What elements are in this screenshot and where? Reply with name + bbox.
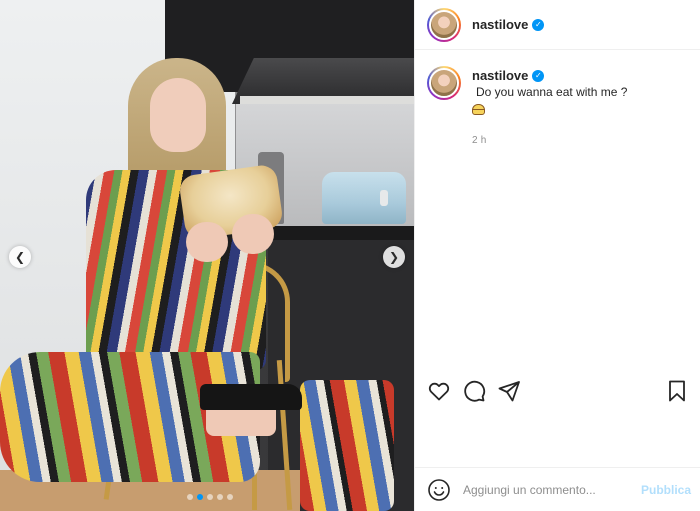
carousel-dot <box>207 494 213 500</box>
caption-avatar[interactable] <box>427 66 461 100</box>
verified-badge-icon: ✓ <box>532 69 545 82</box>
chevron-left-icon: ❮ <box>14 250 26 264</box>
carousel-dot <box>187 494 193 500</box>
comment-bubble-icon[interactable] <box>462 379 486 403</box>
post-header: nastilove ✓ <box>415 0 700 50</box>
caption: nastilove ✓ Do you wanna eat with me ? 2… <box>415 50 700 149</box>
photo-face <box>150 78 206 152</box>
post-side-panel: nastilove ✓ nastilove ✓ Do you wanna eat… <box>414 0 700 511</box>
photo-outfit-leg <box>300 380 394 511</box>
comment-input[interactable] <box>463 482 641 497</box>
verified-badge-icon: ✓ <box>532 18 545 31</box>
photo-boot <box>200 384 302 410</box>
caption-text: Do you wanna eat with me ? <box>476 85 628 99</box>
photo-hood-light <box>240 96 414 104</box>
next-image-button[interactable]: ❯ <box>383 246 405 268</box>
avatar[interactable] <box>427 7 461 42</box>
carousel-indicator <box>187 494 233 500</box>
carousel-dot <box>217 494 223 500</box>
carousel-dot <box>227 494 233 500</box>
header-username[interactable]: nastilove <box>472 17 528 32</box>
photo-toaster <box>322 172 406 224</box>
sandwich-emoji-icon <box>472 104 485 115</box>
post-image[interactable]: ❮ ❯ <box>0 0 414 511</box>
paper-plane-icon[interactable] <box>497 379 521 403</box>
bookmark-icon[interactable] <box>665 379 689 403</box>
action-bar <box>415 376 700 406</box>
photo-hand <box>232 214 274 254</box>
comment-bar: Pubblica <box>415 467 700 511</box>
carousel-dot <box>197 494 203 500</box>
post-timestamp[interactable]: 2 h <box>472 132 688 149</box>
smiley-icon[interactable] <box>427 478 451 502</box>
photo-hand <box>186 222 228 262</box>
heart-icon[interactable] <box>427 379 451 403</box>
publish-button[interactable]: Pubblica <box>641 483 691 497</box>
chevron-right-icon: ❯ <box>388 250 400 264</box>
prev-image-button[interactable]: ❮ <box>9 246 31 268</box>
caption-username[interactable]: nastilove <box>472 67 528 84</box>
